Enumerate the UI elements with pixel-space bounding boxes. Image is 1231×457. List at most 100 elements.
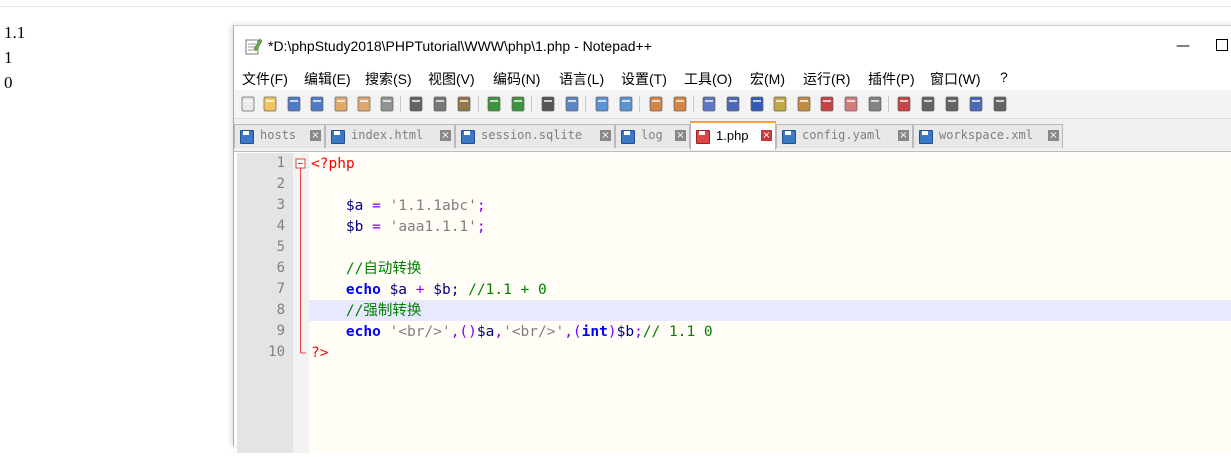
zoom-in-icon[interactable] [593, 95, 611, 113]
code-editor[interactable]: 1 2 3 4 5 6 7 8 9 10 <?php $a = '1.1.1abc'; $b = … [237, 153, 1231, 453]
code-comment: //强制转换 [345, 303, 422, 319]
tab-close-icon[interactable]: × [761, 130, 772, 141]
code-token: $b [616, 324, 635, 340]
tab-session-sqlite[interactable]: session.sqlite × [455, 124, 615, 148]
saved-file-icon [782, 130, 796, 144]
monitor-icon[interactable] [866, 95, 884, 113]
tab-label: session.sqlite [481, 128, 583, 142]
menu-plugins[interactable]: 插件(P) [868, 69, 915, 89]
fold-margin[interactable] [293, 153, 309, 453]
code-token: = [363, 198, 390, 214]
notepadpp-app-icon [245, 38, 262, 55]
code-line: echo $a + $b; //1.1 + 0 [311, 280, 547, 301]
print-icon[interactable] [378, 95, 396, 113]
save-macro-icon[interactable] [991, 95, 1009, 113]
menu-language[interactable]: 语言(L) [559, 69, 604, 89]
menu-file[interactable]: 文件(F) [242, 69, 288, 89]
new-file-icon[interactable] [239, 95, 257, 113]
undo-icon[interactable] [485, 95, 503, 113]
doc-map-icon[interactable] [795, 95, 813, 113]
close-icon[interactable] [332, 95, 350, 113]
redo-icon[interactable] [509, 95, 527, 113]
saved-file-icon [621, 130, 635, 144]
menu-bar: 文件(F) 编辑(E) 搜索(S) 视图(V) 编码(N) 语言(L) 设置(T… [234, 67, 1231, 89]
function-list-icon[interactable] [818, 95, 836, 113]
tab-log[interactable]: log × [615, 124, 690, 148]
maximize-button[interactable] [1216, 39, 1228, 51]
code-comment: // 1.1 0 [642, 324, 713, 340]
code-token: ; [476, 219, 486, 235]
code-token: $b; [424, 282, 469, 298]
udl-icon[interactable] [771, 95, 789, 113]
tab-close-icon[interactable]: × [310, 130, 321, 141]
line-number: 6 [276, 260, 285, 276]
menu-window[interactable]: 窗口(W) [930, 69, 981, 89]
php-close-tag: ?> [311, 345, 329, 361]
tab-label: hosts [260, 128, 297, 142]
find-icon[interactable] [539, 95, 557, 113]
paste-icon[interactable] [455, 95, 473, 113]
minimize-button[interactable]: — [1168, 32, 1198, 60]
menu-macro[interactable]: 宏(M) [750, 69, 785, 89]
copy-icon[interactable] [431, 95, 449, 113]
line-number-gutter: 1 2 3 4 5 6 7 8 9 10 [237, 153, 293, 453]
tab-index-html[interactable]: index.html × [325, 124, 455, 148]
code-token: $b [345, 219, 364, 235]
cut-icon[interactable] [407, 95, 425, 113]
tab-hosts[interactable]: hosts × [234, 124, 325, 148]
fold-markers [295, 158, 306, 354]
menu-settings[interactable]: 设置(T) [621, 69, 667, 89]
saved-file-icon [461, 130, 475, 144]
tab-close-icon[interactable]: × [1048, 130, 1059, 141]
code-keyword: int [581, 324, 608, 340]
menu-help[interactable]: ? [1000, 69, 1008, 85]
code-token: '<br/>' [380, 324, 451, 340]
menu-tools[interactable]: 工具(O) [684, 69, 732, 89]
menu-search[interactable]: 搜索(S) [365, 69, 412, 89]
tab-close-icon[interactable]: × [898, 130, 909, 141]
word-wrap-icon[interactable] [700, 95, 718, 113]
tab-config-yaml[interactable]: config.yaml × [776, 124, 913, 148]
toolbar [234, 90, 1231, 119]
menu-run[interactable]: 运行(R) [803, 69, 850, 89]
window-title: *D:\phpStudy2018\PHPTutorial\WWW\php\1.p… [268, 38, 652, 54]
code-token: = [363, 219, 390, 235]
line-number: 10 [268, 344, 285, 360]
open-file-icon[interactable] [261, 95, 279, 113]
run-macro-multiple-icon[interactable] [967, 95, 985, 113]
play-macro-icon[interactable] [943, 95, 961, 113]
code-token: ; [476, 198, 486, 214]
tab-close-icon[interactable]: × [675, 130, 686, 141]
stop-record-icon[interactable] [919, 95, 937, 113]
menu-encoding[interactable]: 编码(N) [493, 69, 540, 89]
indent-guide-icon[interactable] [748, 95, 766, 113]
output-line: 1.1 [4, 23, 26, 42]
save-icon[interactable] [285, 95, 303, 113]
toolbar-separator [639, 96, 640, 112]
tab-workspace-xml[interactable]: workspace.xml × [913, 124, 1063, 148]
tab-label: log [641, 128, 663, 142]
show-all-chars-icon[interactable] [724, 95, 742, 113]
sync-v-icon[interactable] [647, 95, 665, 113]
tab-close-icon[interactable]: × [440, 130, 451, 141]
menu-edit[interactable]: 编辑(E) [304, 69, 351, 89]
save-all-icon[interactable] [308, 95, 326, 113]
tab-label: workspace.xml [939, 128, 1033, 142]
code-area[interactable]: <?php $a = '1.1.1abc'; $b = 'aaa1.1.1'; … [309, 153, 1231, 453]
tab-label: 1.php [716, 128, 749, 143]
toolbar-separator [888, 96, 889, 112]
close-all-icon[interactable] [355, 95, 373, 113]
sync-h-icon[interactable] [671, 95, 689, 113]
folder-as-workspace-icon[interactable] [842, 95, 860, 113]
toolbar-separator [531, 96, 532, 112]
replace-icon[interactable] [563, 95, 581, 113]
code-comment: //1.1 + 0 [468, 282, 547, 298]
record-macro-icon[interactable] [895, 95, 913, 113]
line-number: 2 [276, 176, 285, 192]
menu-view[interactable]: 视图(V) [428, 69, 475, 89]
zoom-out-icon[interactable] [617, 95, 635, 113]
title-bar[interactable]: *D:\phpStudy2018\PHPTutorial\WWW\php\1.p… [234, 26, 1231, 66]
tab-close-icon[interactable]: × [600, 130, 611, 141]
line-number: 4 [276, 218, 285, 234]
tab-1-php[interactable]: 1.php × [690, 121, 776, 150]
